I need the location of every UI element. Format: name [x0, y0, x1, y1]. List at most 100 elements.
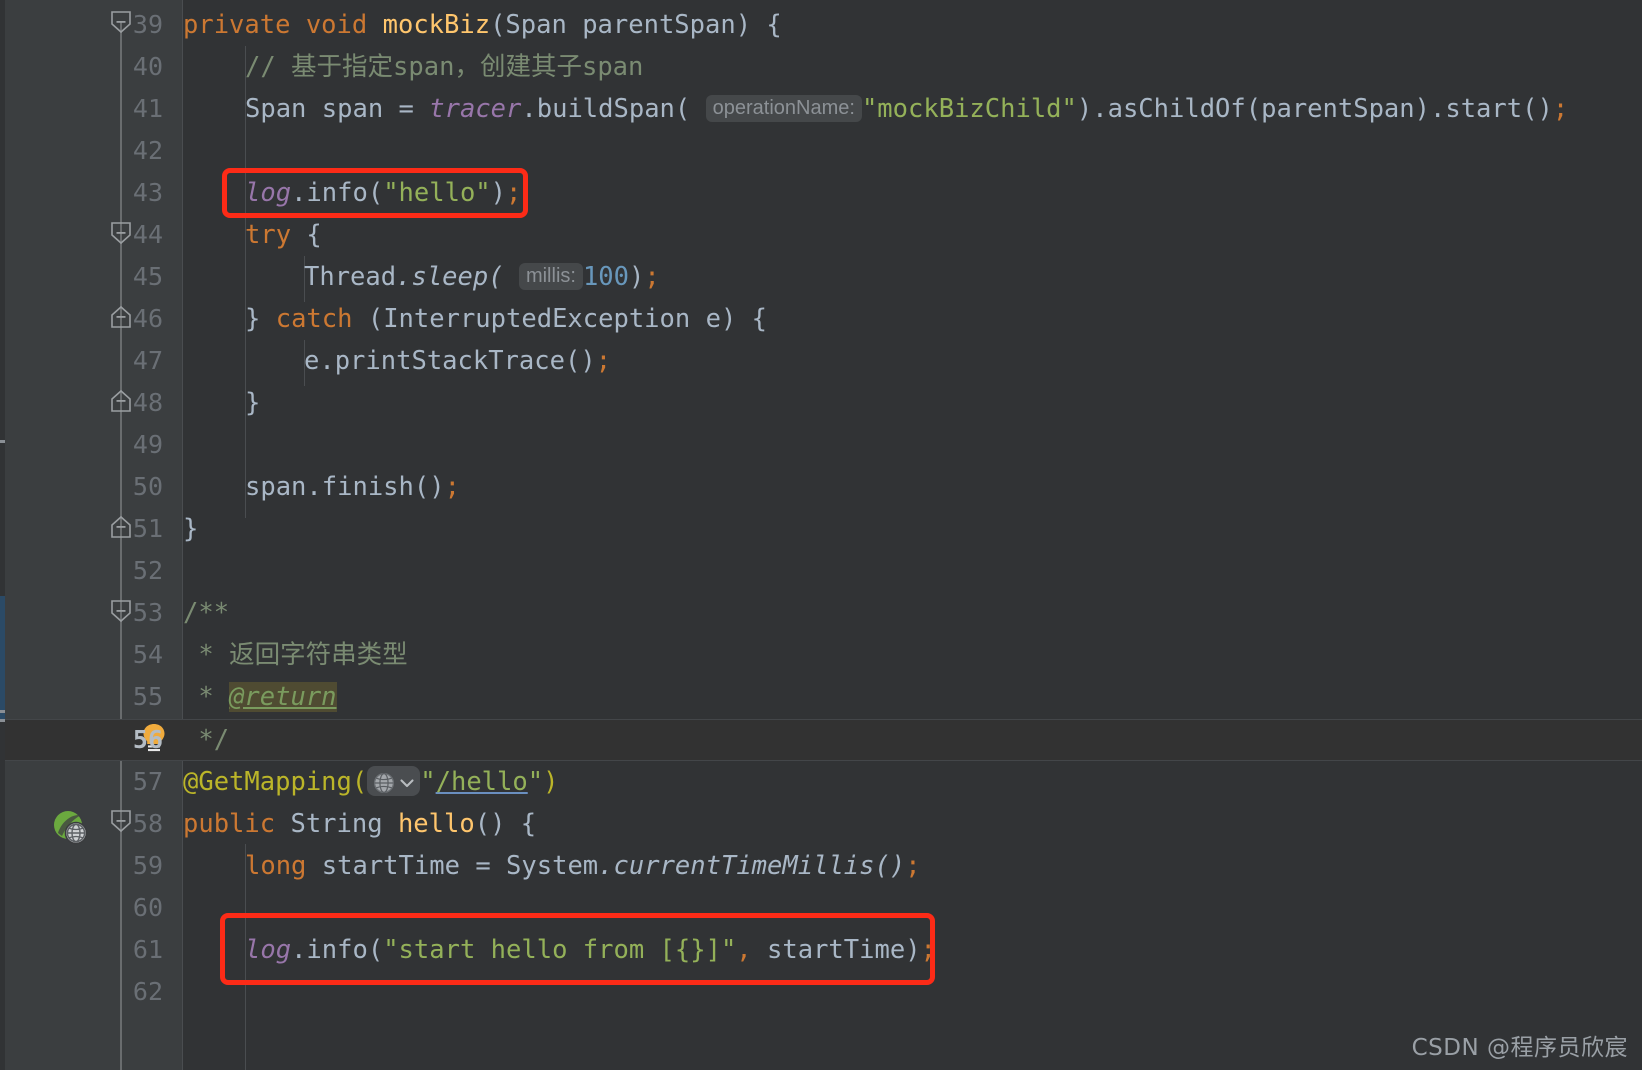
token-method-name: hello: [397, 809, 475, 839]
code-line-45[interactable]: 45 Thread.sleep( millis: 100);: [0, 256, 1642, 298]
line-content[interactable]: */: [183, 719, 229, 761]
line-number: 62: [132, 977, 163, 1006]
token-operator: =: [398, 94, 430, 124]
token-string: "start hello from [{}]": [383, 935, 737, 965]
url-path-link[interactable]: /hello: [436, 767, 528, 797]
code-line-58[interactable]: 58 public String hello() {: [0, 803, 1642, 845]
token-comma: ,: [736, 935, 768, 965]
code-line-56[interactable]: 56 */: [0, 719, 1642, 761]
line-content[interactable]: Span span = tracer.buildSpan( operationN…: [245, 88, 1568, 132]
code-line-44[interactable]: 44 try {: [0, 214, 1642, 256]
token-variable: startTime: [306, 851, 476, 881]
token-semicolon: ;: [1552, 94, 1569, 124]
token-type: Thread: [304, 262, 397, 292]
line-content[interactable]: /**: [183, 592, 229, 634]
token-string: "mockBizChild": [861, 94, 1077, 124]
token-brace: }: [245, 304, 276, 334]
line-number: 57: [132, 767, 163, 796]
code-line-57[interactable]: 57 @GetMapping( "/hello"): [0, 761, 1642, 803]
code-line-41[interactable]: 41 Span span = tracer.buildSpan( operati…: [0, 88, 1642, 130]
token-field: tracer: [429, 94, 522, 124]
line-content[interactable]: e.printStackTrace();: [304, 340, 611, 382]
line-content[interactable]: log.info("start hello from [{}]", startT…: [245, 929, 936, 971]
line-number: 60: [132, 893, 163, 922]
token-field: log: [245, 178, 292, 208]
token-quote-open: ": [420, 767, 436, 797]
line-number: 40: [132, 52, 163, 81]
token-type: Span: [245, 94, 307, 124]
token-keyword: long: [245, 851, 307, 881]
line-content[interactable]: * 返回字符串类型: [183, 634, 408, 676]
token-type: String: [275, 809, 398, 839]
code-line-50[interactable]: 50 span.finish();: [0, 466, 1642, 508]
token-javadoc-close: */: [183, 725, 230, 755]
line-number: 39: [132, 10, 163, 39]
token-javadoc: /**: [183, 598, 230, 628]
code-line-60[interactable]: 60: [0, 887, 1642, 929]
code-line-42[interactable]: 42: [0, 130, 1642, 172]
javadoc-return-tag[interactable]: @return: [229, 682, 337, 712]
code-line-52[interactable]: 52: [0, 550, 1642, 592]
line-content[interactable]: // 基于指定span，创建其子span: [245, 46, 643, 88]
line-content[interactable]: }: [245, 382, 260, 424]
code-line-47[interactable]: 47 e.printStackTrace();: [0, 340, 1642, 382]
code-line-59[interactable]: 59 long startTime = System.currentTimeMi…: [0, 845, 1642, 887]
token-chain: ).asChildOf(parentSpan).start(): [1076, 94, 1553, 124]
code-line-49[interactable]: 49: [0, 424, 1642, 466]
token-paren-open: (: [351, 767, 368, 797]
token-variable: span: [306, 94, 399, 124]
token-semicolon: ;: [920, 935, 936, 965]
token-paren: ): [905, 935, 921, 965]
token-paren-close: ): [543, 767, 559, 797]
line-number: 41: [132, 94, 163, 123]
parameter-hint: millis:: [518, 263, 583, 290]
token-quote-close: ": [527, 767, 544, 797]
token-brace: }: [183, 514, 199, 544]
parameter-hint: operationName:: [705, 95, 862, 122]
line-number: 55: [132, 682, 163, 711]
line-number: 42: [132, 136, 163, 165]
token-catch-params: (InterruptedException e) {: [352, 304, 767, 334]
line-content[interactable]: * @return: [183, 676, 337, 718]
line-number: 61: [132, 935, 163, 964]
web-endpoint-globe-dropdown[interactable]: [367, 766, 421, 796]
line-number: 53: [132, 598, 163, 627]
token-type: System: [506, 851, 599, 881]
code-line-46[interactable]: 46 } catch (InterruptedException e) {: [0, 298, 1642, 340]
code-line-43[interactable]: 43 log.info("hello");: [0, 172, 1642, 214]
line-content[interactable]: long startTime = System.currentTimeMilli…: [245, 845, 921, 887]
token-semicolon: ;: [444, 472, 460, 502]
globe-icon: [374, 772, 395, 794]
line-content[interactable]: try {: [245, 214, 322, 256]
code-line-40[interactable]: 40 // 基于指定span，创建其子span: [0, 46, 1642, 88]
line-content[interactable]: }: [183, 508, 198, 550]
annotation-get-mapping[interactable]: @GetMapping: [183, 767, 352, 797]
code-line-54[interactable]: 54 * 返回字符串类型: [0, 634, 1642, 676]
code-line-53[interactable]: 53 /**: [0, 592, 1642, 634]
token-signature: () {: [474, 809, 537, 839]
token-call: .info(: [291, 935, 384, 965]
code-line-62[interactable]: 62: [0, 971, 1642, 1013]
code-line-48[interactable]: 48 }: [0, 382, 1642, 424]
line-number: 43: [132, 178, 163, 207]
line-content[interactable]: private void mockBiz(Span parentSpan) {: [183, 4, 782, 46]
line-number: 44: [132, 220, 163, 249]
token-comment: // 基于指定span，创建其子span: [245, 52, 644, 82]
code-line-55[interactable]: 55 * @return: [0, 676, 1642, 718]
token-javadoc-text: 返回字符串类型: [229, 640, 408, 670]
code-editor[interactable]: 39 private void mockBiz(Span parentSpan)…: [0, 0, 1642, 1070]
token-method-name: mockBiz: [382, 10, 491, 40]
line-number: 52: [132, 556, 163, 585]
line-content[interactable]: public String hello() {: [183, 803, 536, 845]
code-line-39[interactable]: 39 private void mockBiz(Span parentSpan)…: [0, 4, 1642, 46]
line-number: 45: [132, 262, 163, 291]
line-content[interactable]: span.finish();: [245, 466, 460, 508]
line-content[interactable]: } catch (InterruptedException e) {: [245, 298, 767, 340]
code-line-51[interactable]: 51 }: [0, 508, 1642, 550]
code-line-61[interactable]: 61 log.info("start hello from [{}]", sta…: [0, 929, 1642, 971]
token-brace: }: [245, 388, 261, 418]
line-content[interactable]: @GetMapping( "/hello"): [183, 761, 558, 803]
line-content[interactable]: Thread.sleep( millis: 100);: [304, 256, 660, 300]
line-content[interactable]: log.info("hello");: [245, 172, 521, 214]
token-keyword: void: [305, 10, 368, 40]
